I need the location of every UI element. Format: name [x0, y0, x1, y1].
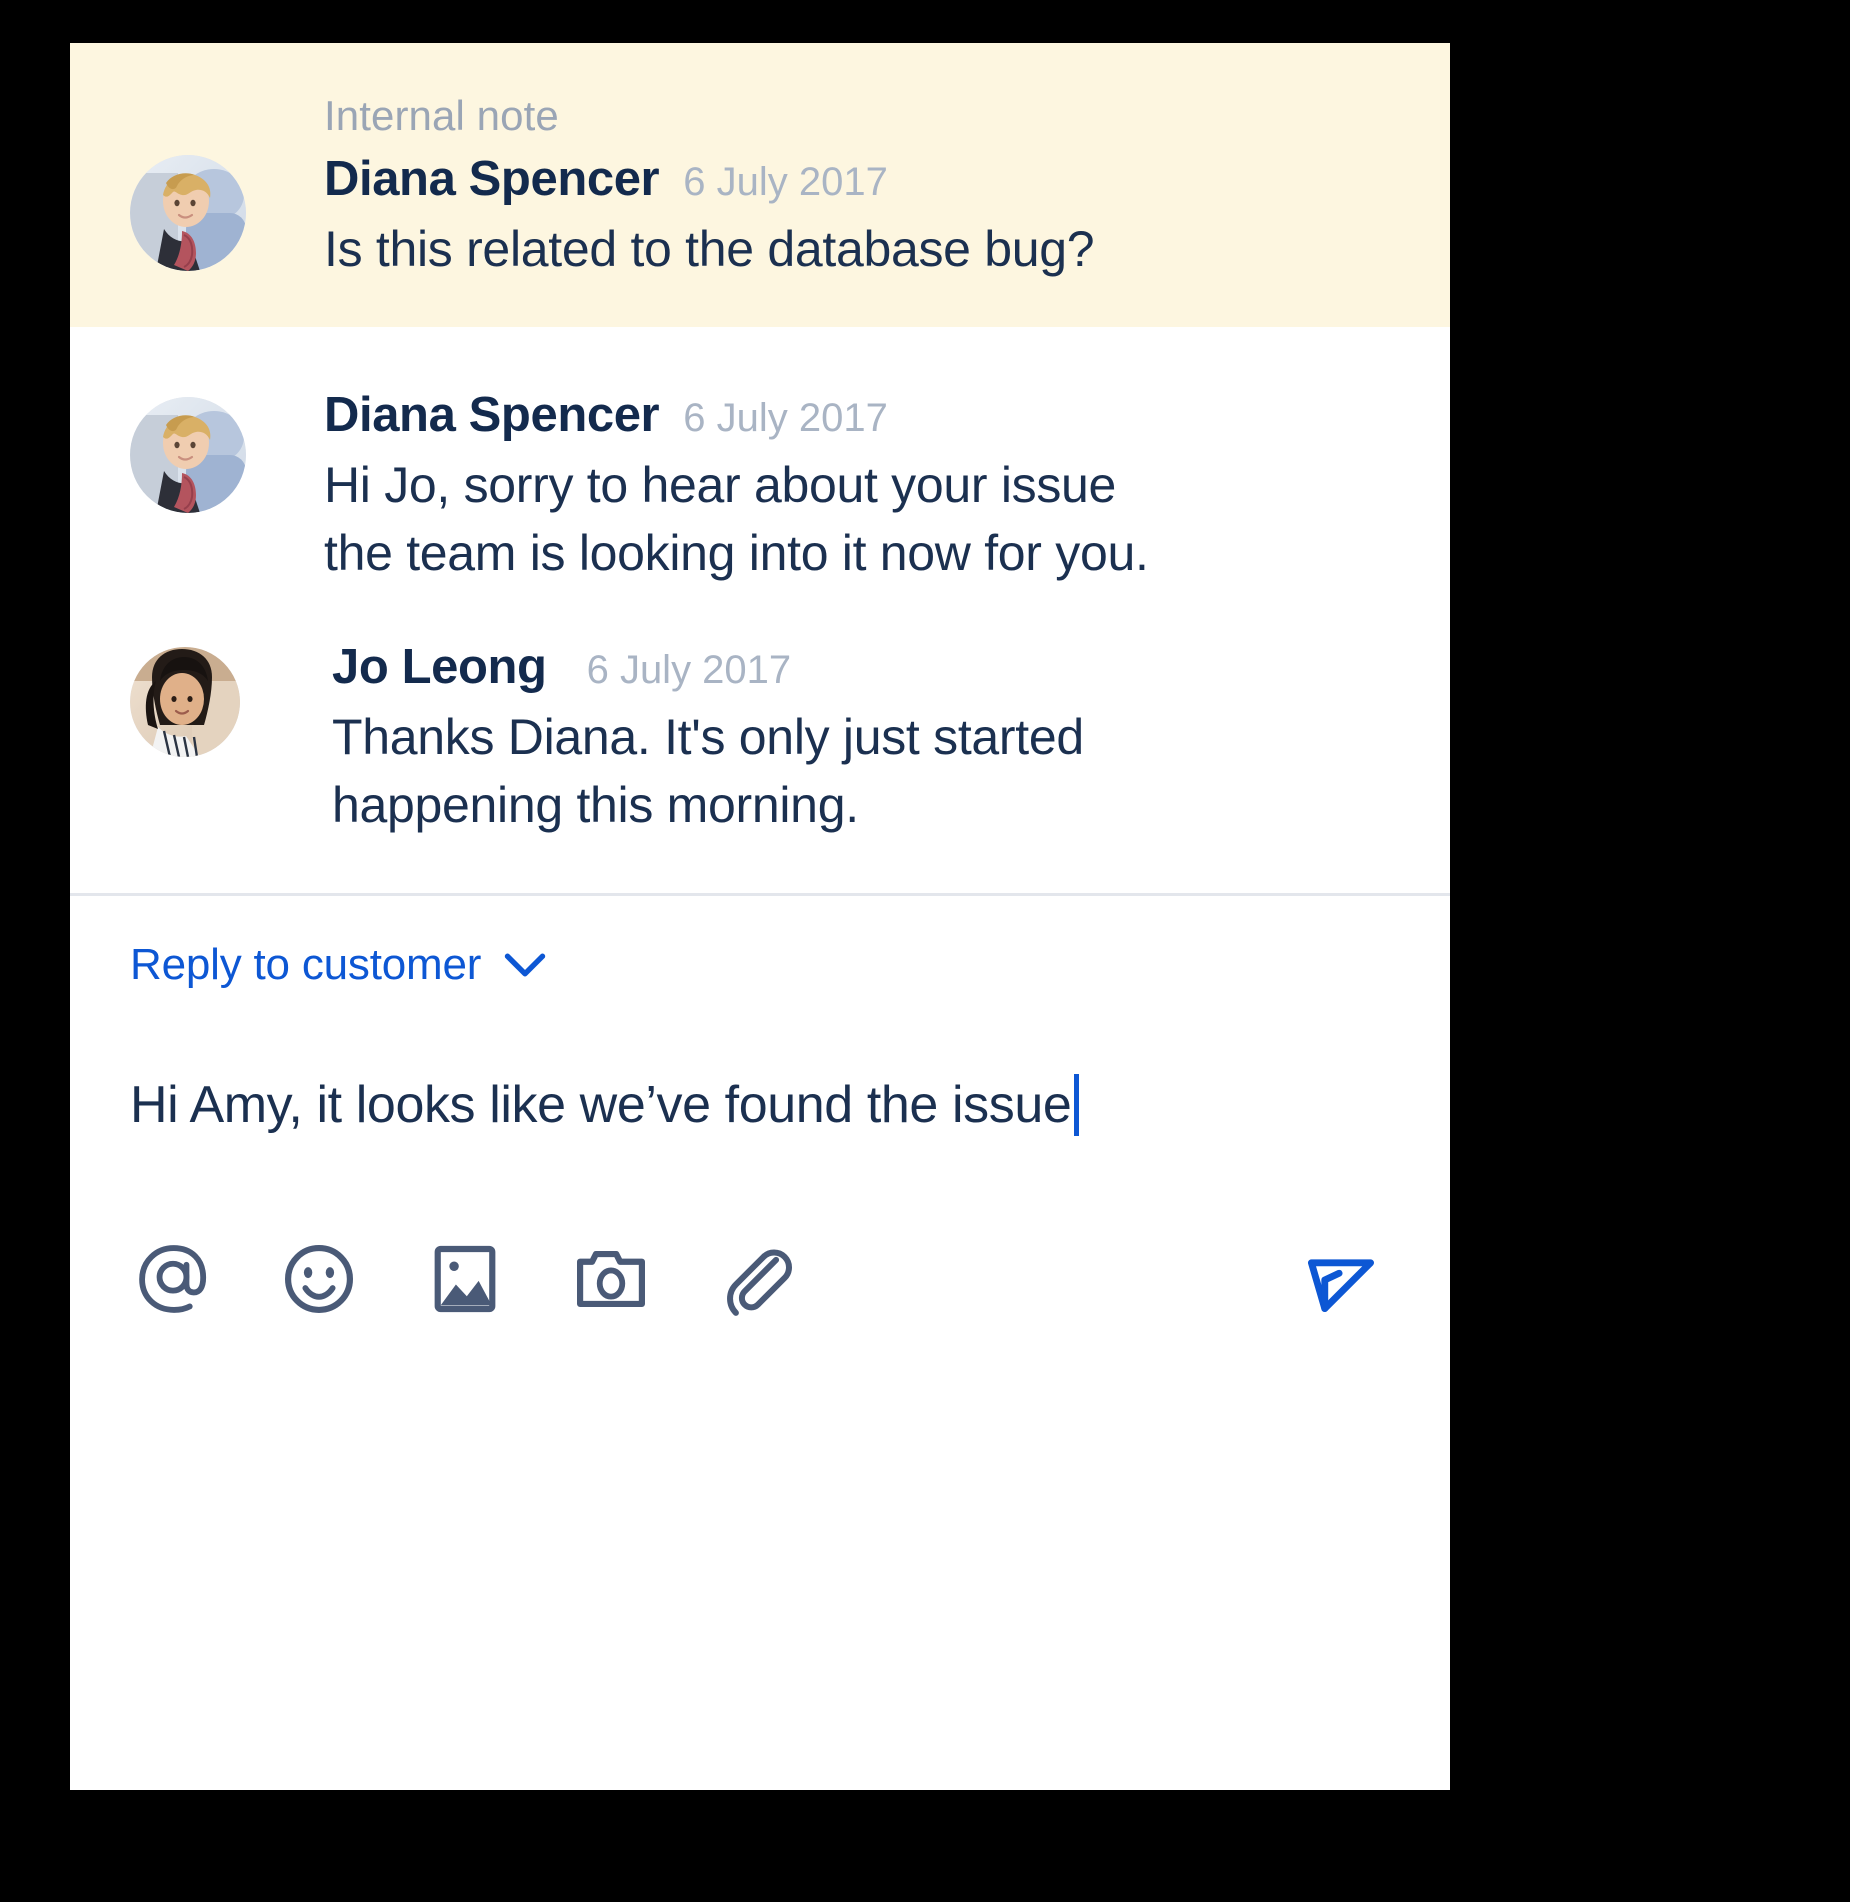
internal-note-label: Internal note: [324, 92, 559, 139]
thread-message-author: Jo Leong: [332, 640, 547, 695]
thread-message-diana: Diana Spencer 6 July 2017 Hi Jo, sorry t…: [130, 387, 1410, 587]
screenshot-stage: Internal note Diana Spencer 6 July 2017 …: [0, 0, 1850, 1902]
thread-message-author: Diana Spencer: [324, 388, 660, 443]
diana-spencer-avatar: [130, 155, 246, 271]
thread-message-jo: Jo Leong 6 July 2017 Thanks Diana. It's …: [130, 639, 1410, 839]
internal-note-body: Internal note Diana Spencer 6 July 2017 …: [246, 92, 1410, 283]
internal-note-text: Is this related to the database bug?: [324, 221, 1095, 278]
thread-message-body: Diana Spencer 6 July 2017 Hi Jo, sorry t…: [246, 387, 1410, 587]
send-icon[interactable]: [1298, 1236, 1384, 1322]
jo-leong-avatar: [130, 647, 240, 758]
reply-text-input[interactable]: Hi Amy, it looks like we’ve found the is…: [130, 1070, 1390, 1140]
thread-message-meta: Jo Leong 6 July 2017: [332, 639, 1410, 695]
reply-draft-text: Hi Amy, it looks like we’ve found the is…: [130, 1076, 1072, 1135]
mention-icon[interactable]: [130, 1236, 216, 1322]
internal-note-message: Internal note Diana Spencer 6 July 2017 …: [70, 43, 1450, 328]
diana-spencer-avatar: [130, 397, 246, 514]
thread-bottom-spacer: [130, 839, 1410, 893]
text-cursor: [1074, 1074, 1080, 1137]
camera-icon[interactable]: [568, 1236, 654, 1322]
reply-mode-label: Reply to customer: [130, 940, 482, 990]
internal-note-timestamp: 6 July 2017: [683, 160, 888, 205]
chevron-down-icon: [503, 951, 547, 979]
composer-toolbar: [130, 1236, 1390, 1322]
message-line: happening this morning.: [332, 777, 859, 834]
thread-message-meta: Diana Spencer 6 July 2017: [324, 387, 1410, 443]
message-line: Hi Jo, sorry to hear about your issue: [324, 457, 1117, 514]
internal-note-meta: Diana Spencer 6 July 2017: [324, 151, 1410, 207]
message-thread: Diana Spencer 6 July 2017 Hi Jo, sorry t…: [70, 327, 1450, 894]
internal-note-author: Diana Spencer: [324, 152, 660, 207]
thread-message-timestamp: 6 July 2017: [586, 648, 792, 693]
thread-message-body: Jo Leong 6 July 2017 Thanks Diana. It's …: [240, 639, 1410, 839]
thread-message-text: Thanks Diana. It's only just started hap…: [332, 703, 1410, 839]
message-line: the team is looking into it now for you.: [324, 525, 1149, 582]
thread-message-text: Hi Jo, sorry to hear about your issue th…: [324, 451, 1410, 587]
message-line: Thanks Diana. It's only just started: [332, 709, 1084, 766]
reply-composer: Reply to customer Hi Amy, it looks like …: [70, 896, 1450, 1323]
attachment-icon[interactable]: [714, 1236, 800, 1322]
image-icon[interactable]: [422, 1236, 508, 1322]
reply-mode-selector[interactable]: Reply to customer: [130, 940, 547, 990]
conversation-card: Internal note Diana Spencer 6 July 2017 …: [70, 43, 1450, 1790]
thread-message-timestamp: 6 July 2017: [683, 396, 888, 441]
emoji-icon[interactable]: [276, 1236, 362, 1322]
